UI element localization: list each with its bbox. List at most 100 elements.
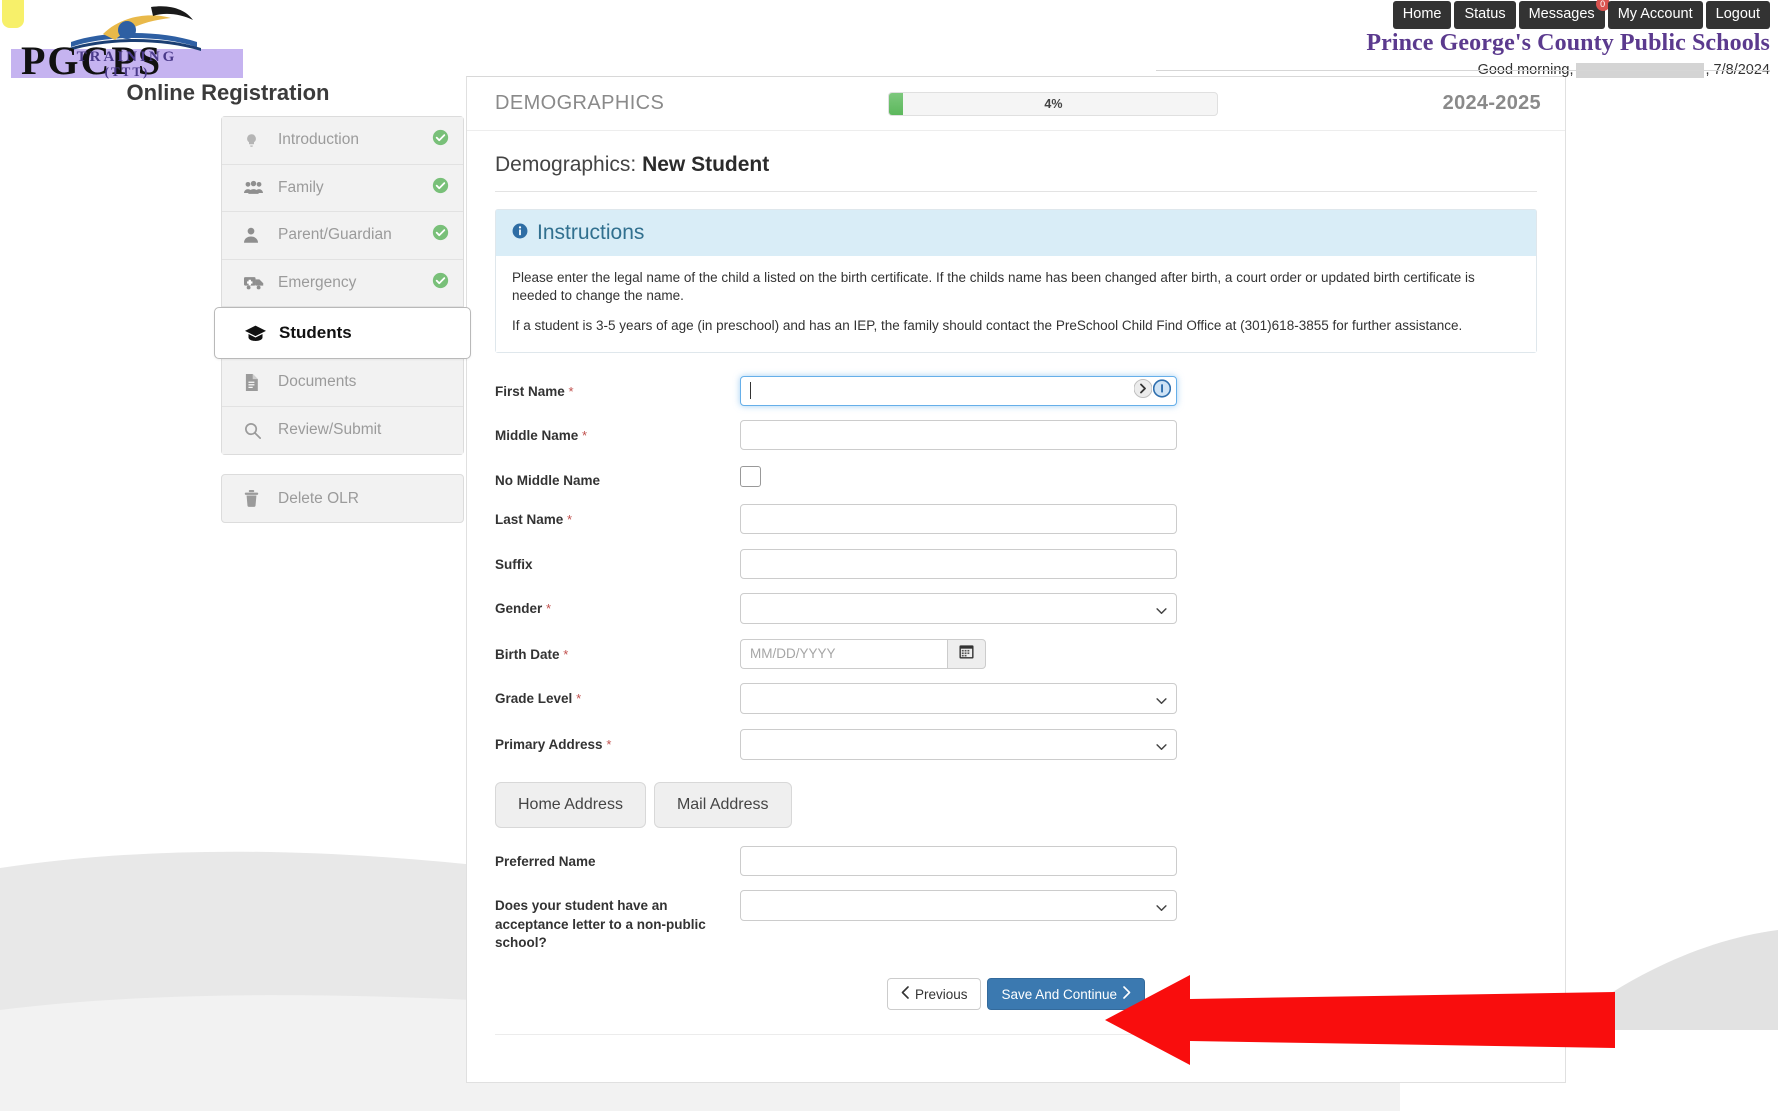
no-middle-name-checkbox[interactable] bbox=[740, 466, 761, 487]
left-sidebar: Online Registration Introduction Family bbox=[0, 80, 466, 523]
last-name-input[interactable] bbox=[740, 504, 1177, 534]
main-header-bar: DEMOGRAPHICS 4% 2024-2025 bbox=[467, 77, 1565, 131]
nav-status-button[interactable]: Status bbox=[1454, 1, 1515, 29]
page-title-prefix: Demographics: bbox=[495, 153, 642, 176]
save-and-continue-button[interactable]: Save And Continue bbox=[987, 978, 1145, 1010]
trash-icon bbox=[244, 490, 266, 507]
text-cursor bbox=[750, 382, 751, 399]
preferred-name-label: Preferred Name bbox=[495, 846, 740, 871]
form-footer: Previous Save And Continue bbox=[495, 978, 1537, 1035]
nav-home-button[interactable]: Home bbox=[1393, 1, 1452, 29]
form-row-gender: Gender * bbox=[495, 593, 1537, 624]
sidebar-item-documents[interactable]: Documents bbox=[222, 359, 463, 407]
preferred-name-input[interactable] bbox=[740, 846, 1177, 876]
step-complete-check-icon bbox=[432, 177, 449, 199]
sidebar-item-label: Documents bbox=[278, 373, 356, 391]
last-name-label: Last Name * bbox=[495, 504, 740, 529]
chevron-right-icon[interactable] bbox=[1134, 378, 1152, 403]
birth-date-input[interactable] bbox=[740, 639, 947, 669]
delete-olr-button[interactable]: Delete OLR bbox=[222, 475, 463, 522]
middle-name-input[interactable] bbox=[740, 420, 1177, 450]
nonpublic-letter-select[interactable] bbox=[740, 890, 1177, 921]
grade-level-select[interactable] bbox=[740, 683, 1177, 714]
nav-my-account-button[interactable]: My Account bbox=[1608, 1, 1703, 29]
sidebar-item-label: Parent/Guardian bbox=[278, 226, 392, 244]
sidebar-item-label: Students bbox=[279, 323, 352, 343]
birth-date-calendar-button[interactable] bbox=[947, 639, 986, 669]
nav-logout-button[interactable]: Logout bbox=[1706, 1, 1770, 29]
sidebar-title: Online Registration bbox=[0, 80, 466, 106]
address-tabs: Home Address Mail Address bbox=[495, 782, 1537, 828]
chevron-right-icon bbox=[1123, 986, 1131, 1002]
birth-date-control bbox=[740, 639, 1177, 669]
suffix-label: Suffix bbox=[495, 549, 740, 574]
sidebar-item-introduction[interactable]: Introduction bbox=[222, 117, 463, 165]
required-marker: * bbox=[563, 647, 568, 662]
demographics-form: First Name * bbox=[467, 376, 1565, 952]
autofill-icons bbox=[1134, 378, 1171, 403]
step-complete-check-icon bbox=[432, 224, 449, 246]
grade-level-label: Grade Level * bbox=[495, 683, 740, 708]
no-middle-name-label: No Middle Name bbox=[495, 465, 740, 490]
form-row-nonpublic-letter: Does your student have an acceptance let… bbox=[495, 890, 1537, 952]
graduation-cap-icon bbox=[245, 325, 267, 342]
form-row-first-name: First Name * bbox=[495, 376, 1537, 406]
primary-address-label: Primary Address * bbox=[495, 729, 740, 754]
people-icon bbox=[244, 180, 266, 195]
form-row-middle-name: Middle Name * bbox=[495, 420, 1537, 450]
sidebar-item-review-submit[interactable]: Review/Submit bbox=[222, 407, 463, 455]
required-marker: * bbox=[546, 601, 551, 616]
nav-my-account-label: My Account bbox=[1618, 6, 1693, 22]
form-row-birth-date: Birth Date * bbox=[495, 639, 1537, 669]
preferred-name-control bbox=[740, 846, 1177, 876]
sidebar-item-emergency[interactable]: Emergency bbox=[222, 260, 463, 308]
registration-progress-bar: 4% bbox=[888, 92, 1218, 116]
suffix-input[interactable] bbox=[740, 549, 1177, 579]
chevron-left-icon bbox=[901, 986, 909, 1002]
tab-home-address[interactable]: Home Address bbox=[495, 782, 646, 828]
last-name-control bbox=[740, 504, 1177, 534]
form-row-no-middle-name: No Middle Name bbox=[495, 465, 1537, 490]
primary-address-select-wrap bbox=[740, 729, 1177, 760]
nonpublic-letter-select-wrap bbox=[740, 890, 1177, 921]
previous-button-label: Previous bbox=[915, 987, 968, 1002]
form-row-preferred-name: Preferred Name bbox=[495, 846, 1537, 876]
top-navigation: Home Status Messages 0 My Account Logout bbox=[1393, 1, 1770, 29]
section-title: DEMOGRAPHICS bbox=[495, 92, 664, 115]
pgcps-logo: PGCPS TRAINING (TTT) bbox=[11, 4, 243, 78]
sidebar-item-family[interactable]: Family bbox=[222, 165, 463, 213]
gender-select[interactable] bbox=[740, 593, 1177, 624]
form-row-last-name: Last Name * bbox=[495, 504, 1537, 534]
progress-percent-label: 4% bbox=[889, 93, 1217, 115]
step-complete-check-icon bbox=[432, 272, 449, 294]
instructions-paragraph: Please enter the legal name of the child… bbox=[512, 269, 1520, 305]
nav-messages-button[interactable]: Messages 0 bbox=[1519, 1, 1605, 29]
instructions-paragraph: If a student is 3-5 years of age (in pre… bbox=[512, 317, 1520, 335]
tab-mail-address-label: Mail Address bbox=[677, 796, 769, 813]
gender-select-wrap bbox=[740, 593, 1177, 624]
gender-control bbox=[740, 593, 1177, 624]
info-circle-icon bbox=[512, 221, 528, 245]
first-name-input[interactable] bbox=[740, 376, 1177, 406]
primary-address-control bbox=[740, 729, 1177, 760]
primary-address-select[interactable] bbox=[740, 729, 1177, 760]
sidebar-item-students[interactable]: Students bbox=[214, 307, 471, 359]
required-marker: * bbox=[606, 737, 611, 752]
previous-button[interactable]: Previous bbox=[887, 978, 982, 1010]
instructions-panel: Instructions Please enter the legal name… bbox=[495, 209, 1537, 353]
delete-olr-box: Delete OLR bbox=[221, 474, 464, 523]
instructions-title: Instructions bbox=[537, 221, 644, 245]
password-manager-info-icon[interactable] bbox=[1153, 378, 1171, 403]
magnifier-icon bbox=[244, 422, 266, 439]
sidebar-item-parent-guardian[interactable]: Parent/Guardian bbox=[222, 212, 463, 260]
form-row-suffix: Suffix bbox=[495, 549, 1537, 579]
nav-logout-label: Logout bbox=[1716, 6, 1760, 22]
page-title: Demographics: New Student bbox=[495, 153, 1537, 192]
tab-mail-address[interactable]: Mail Address bbox=[654, 782, 792, 828]
header-divider bbox=[1156, 70, 1770, 71]
required-marker: * bbox=[582, 428, 587, 443]
no-middle-name-control bbox=[740, 465, 1177, 487]
instructions-body: Please enter the legal name of the child… bbox=[496, 256, 1536, 352]
first-name-input-wrap bbox=[740, 376, 1177, 406]
required-marker: * bbox=[567, 512, 572, 527]
